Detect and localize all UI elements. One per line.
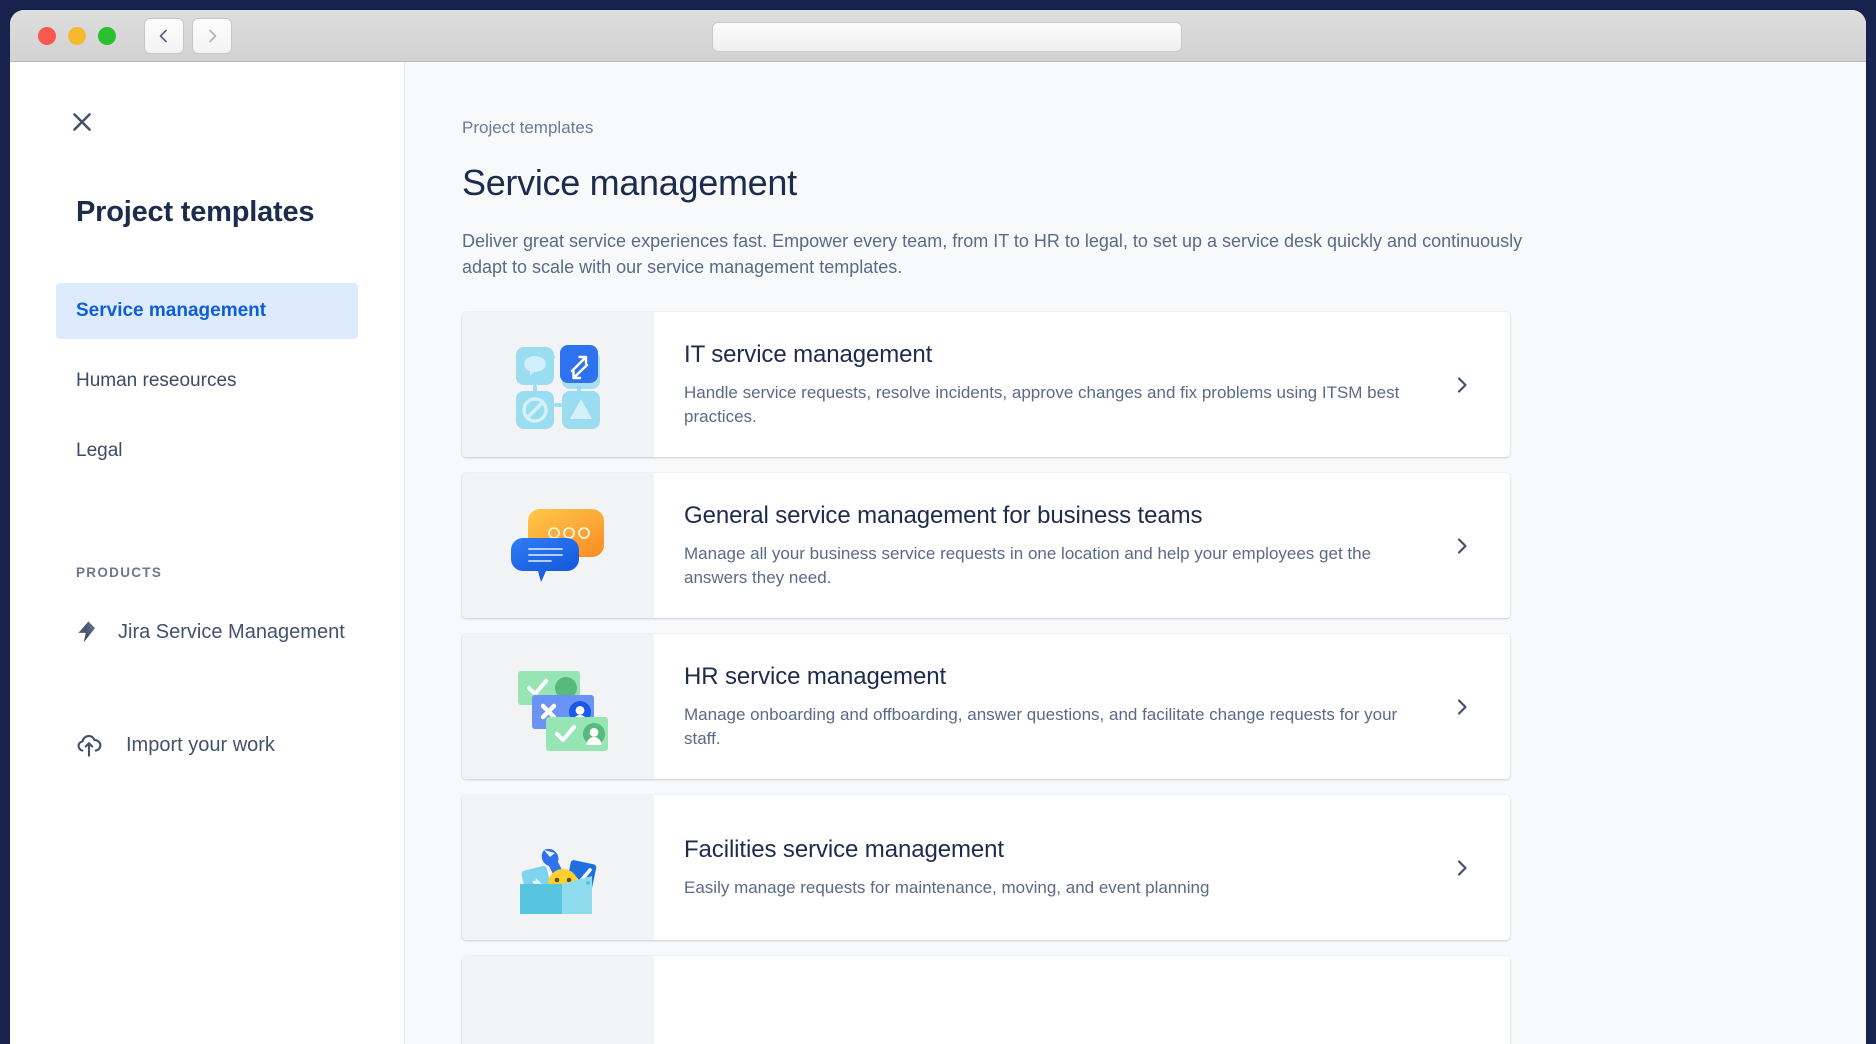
sidebar-item-legal[interactable]: Legal <box>56 423 358 479</box>
template-card-hr-service-management[interactable]: HR service management Manage onboarding … <box>462 634 1510 779</box>
browser-forward-button[interactable] <box>192 18 232 54</box>
template-card-title: General service management for business … <box>684 502 1442 530</box>
sidebar-item-label: Legal <box>76 440 123 462</box>
chevron-left-icon <box>156 28 172 44</box>
sidebar-item-label: Human reseources <box>76 370 237 392</box>
template-card-open-button[interactable] <box>1442 375 1482 395</box>
speech-bubbles-icon <box>506 500 610 592</box>
template-card-body: HR service management Manage onboarding … <box>654 634 1510 779</box>
chevron-right-icon <box>1452 858 1472 878</box>
hr-cards-icon <box>506 661 610 753</box>
close-icon <box>69 109 95 135</box>
page-body: Project templates Service management Hum… <box>10 62 1866 1044</box>
page-description: Deliver great service experiences fast. … <box>462 228 1527 280</box>
browser-window: Project templates Service management Hum… <box>10 10 1866 1044</box>
template-card-body: IT service management Handle service req… <box>654 312 1510 457</box>
sidebar: Project templates Service management Hum… <box>10 62 405 1044</box>
chevron-right-icon <box>1452 375 1472 395</box>
desktop-backdrop: Project templates Service management Hum… <box>0 0 1876 1044</box>
toolbox-icon <box>506 822 610 914</box>
template-icon-cell <box>462 634 654 779</box>
browser-back-button[interactable] <box>144 18 184 54</box>
template-card-open-button[interactable] <box>1442 697 1482 717</box>
sidebar-nav: Service management Human reseources Lega… <box>10 283 404 479</box>
template-card-description: Handle service requests, resolve inciden… <box>684 381 1419 429</box>
template-card-next-partial[interactable] <box>462 956 1510 1044</box>
window-traffic-lights <box>38 27 116 45</box>
template-icon-cell <box>462 956 654 1044</box>
template-card-general-service-management[interactable]: General service management for business … <box>462 473 1510 618</box>
template-card-title: Facilities service management <box>684 836 1442 864</box>
template-card-facilities-service-management[interactable]: Facilities service management Easily man… <box>462 795 1510 940</box>
template-card-title: HR service management <box>684 663 1442 691</box>
page-title: Service management <box>462 162 1866 204</box>
template-card-open-button[interactable] <box>1442 536 1482 556</box>
template-icon-cell <box>462 312 654 457</box>
chevron-right-icon <box>1452 536 1472 556</box>
template-card-description: Manage all your business service request… <box>684 542 1419 590</box>
sidebar-import-label: Import your work <box>126 734 275 757</box>
main-content: Project templates Service management Del… <box>405 62 1866 1044</box>
itsm-grid-icon <box>510 341 606 429</box>
sidebar-product-label: Jira Service Management <box>118 621 345 644</box>
jira-service-management-logo <box>74 618 102 646</box>
sidebar-product-jira-service-management[interactable]: Jira Service Management <box>74 618 404 646</box>
template-card-description: Easily manage requests for maintenance, … <box>684 876 1419 900</box>
products-section-label: PRODUCTS <box>76 565 404 580</box>
template-card-description: Manage onboarding and offboarding, answe… <box>684 703 1419 751</box>
window-minimize-button[interactable] <box>68 27 86 45</box>
template-card-it-service-management[interactable]: IT service management Handle service req… <box>462 312 1510 457</box>
window-close-button[interactable] <box>38 27 56 45</box>
breadcrumb: Project templates <box>462 118 1866 138</box>
browser-toolbar <box>10 10 1866 62</box>
address-bar-input[interactable] <box>712 22 1182 52</box>
chevron-right-icon <box>1452 697 1472 717</box>
browser-nav-buttons <box>144 18 232 54</box>
template-icon-cell <box>462 473 654 618</box>
template-card-body <box>654 956 1510 1044</box>
template-card-open-button[interactable] <box>1442 858 1482 878</box>
sidebar-item-service-management[interactable]: Service management <box>56 283 358 339</box>
template-card-list: IT service management Handle service req… <box>462 312 1510 1044</box>
sidebar-item-human-resources[interactable]: Human reseources <box>56 353 358 409</box>
sidebar-item-label: Service management <box>76 300 266 322</box>
template-icon-cell <box>462 795 654 940</box>
template-card-title: IT service management <box>684 341 1442 369</box>
template-card-body: General service management for business … <box>654 473 1510 618</box>
sidebar-import-your-work[interactable]: Import your work <box>74 730 404 760</box>
close-panel-button[interactable] <box>60 100 104 144</box>
window-zoom-button[interactable] <box>98 27 116 45</box>
chevron-right-icon <box>204 28 220 44</box>
cloud-upload-icon <box>74 730 104 760</box>
template-card-body: Facilities service management Easily man… <box>654 795 1510 940</box>
sidebar-title: Project templates <box>76 196 404 229</box>
